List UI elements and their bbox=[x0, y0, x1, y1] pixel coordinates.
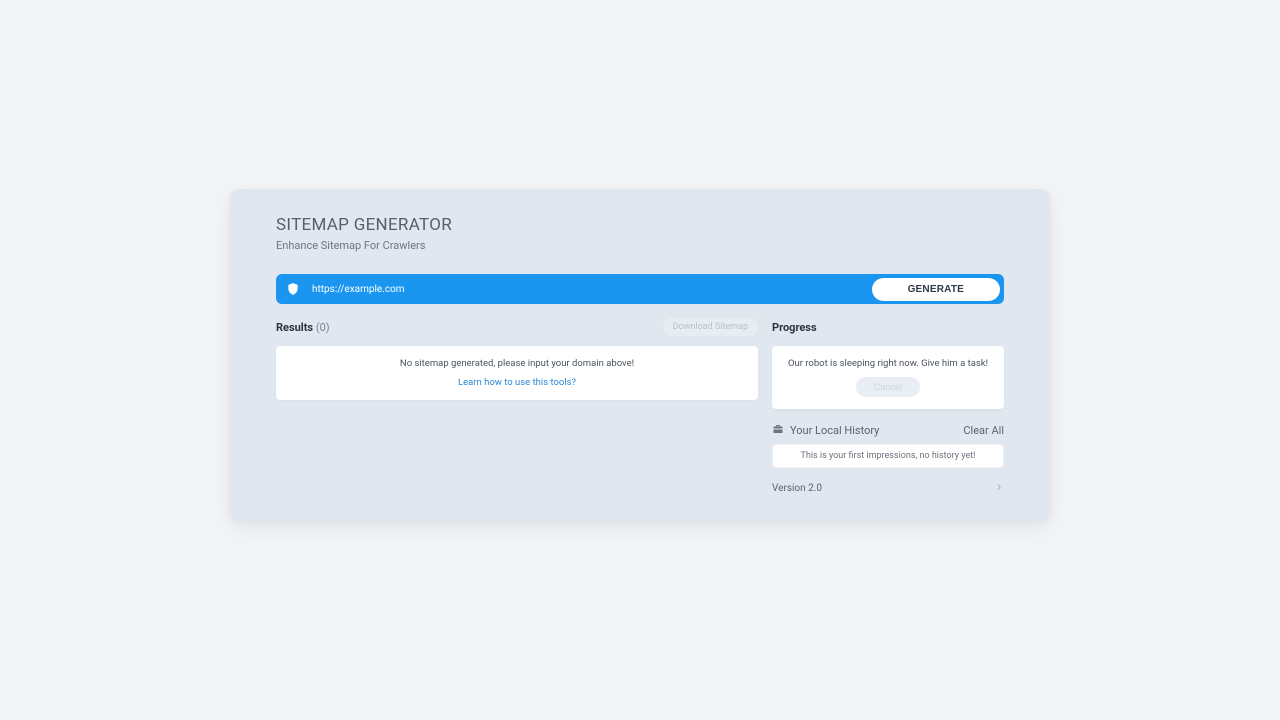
briefcase-icon bbox=[772, 423, 784, 438]
chevron-right-icon bbox=[994, 482, 1004, 495]
url-input[interactable] bbox=[312, 284, 872, 295]
shield-icon bbox=[286, 282, 300, 296]
history-header: Your Local History Clear All bbox=[772, 423, 1004, 438]
history-empty: This is your first impressions, no histo… bbox=[772, 444, 1004, 468]
url-input-bar: GENERATE bbox=[276, 274, 1004, 304]
progress-column: Progress Our robot is sleeping right now… bbox=[772, 318, 1004, 495]
results-header: Results (0) Download Sitemap bbox=[276, 318, 758, 336]
cancel-button: Cancel bbox=[856, 377, 920, 397]
results-label-text: Results bbox=[276, 321, 313, 334]
sitemap-generator-card: SITEMAP GENERATOR Enhance Sitemap For Cr… bbox=[230, 189, 1050, 521]
results-label: Results (0) bbox=[276, 321, 330, 334]
history-title: Your Local History bbox=[772, 423, 879, 438]
results-count: (0) bbox=[316, 321, 330, 334]
page-title: SITEMAP GENERATOR bbox=[276, 215, 1004, 235]
clear-all-link[interactable]: Clear All bbox=[963, 424, 1004, 437]
history-title-text: Your Local History bbox=[790, 424, 879, 437]
progress-header: Progress bbox=[772, 318, 1004, 336]
body: Results (0) Download Sitemap No sitemap … bbox=[230, 304, 1050, 521]
results-empty-text: No sitemap generated, please input your … bbox=[286, 358, 748, 369]
results-panel: No sitemap generated, please input your … bbox=[276, 346, 758, 400]
download-sitemap-button: Download Sitemap bbox=[663, 318, 758, 336]
learn-link[interactable]: Learn how to use this tools? bbox=[286, 377, 748, 388]
results-column: Results (0) Download Sitemap No sitemap … bbox=[276, 318, 758, 495]
header: SITEMAP GENERATOR Enhance Sitemap For Cr… bbox=[230, 189, 1050, 264]
version-row[interactable]: Version 2.0 bbox=[772, 482, 1004, 495]
version-label: Version 2.0 bbox=[772, 483, 822, 494]
progress-sleep-text: Our robot is sleeping right now. Give hi… bbox=[782, 358, 994, 369]
page-subtitle: Enhance Sitemap For Crawlers bbox=[276, 239, 1004, 252]
generate-button[interactable]: GENERATE bbox=[872, 278, 1000, 301]
progress-panel: Our robot is sleeping right now. Give hi… bbox=[772, 346, 1004, 409]
progress-label: Progress bbox=[772, 321, 817, 334]
